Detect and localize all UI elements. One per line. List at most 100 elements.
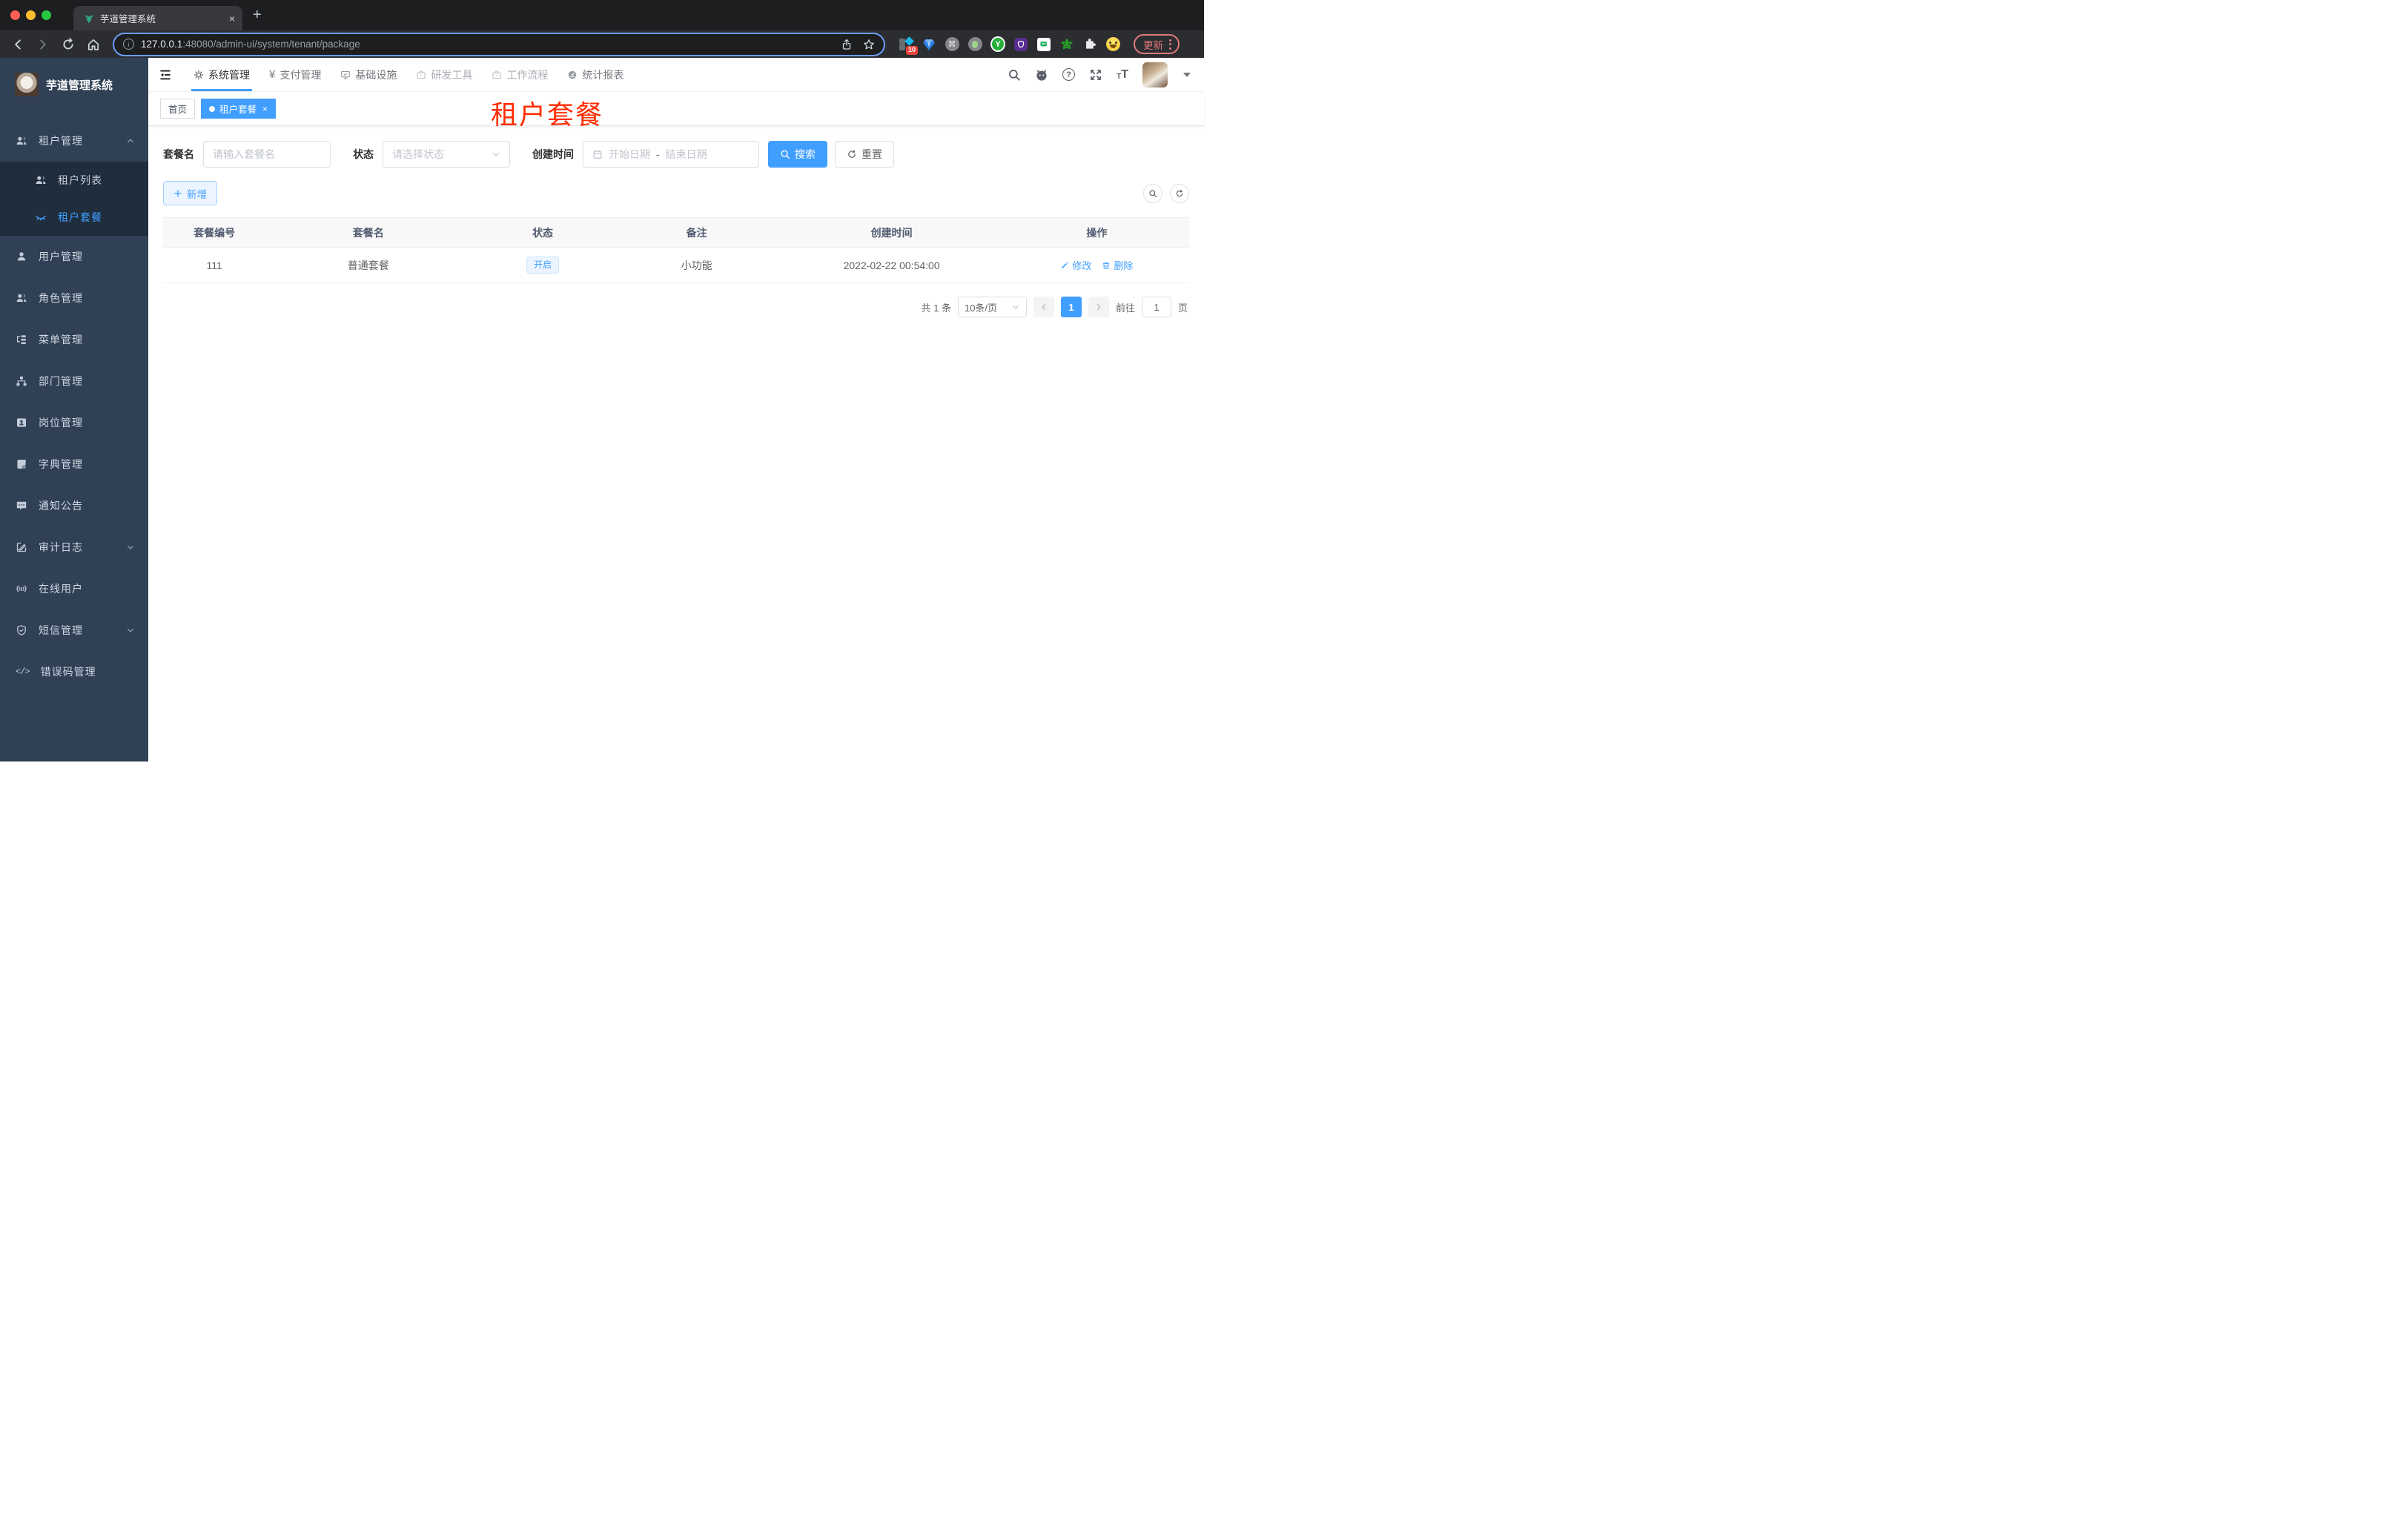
name-filter-input[interactable]	[203, 141, 331, 168]
cell-created-at: 2022-02-22 00:54:00	[843, 259, 940, 271]
window-controls[interactable]	[10, 10, 51, 20]
nav-item-payment[interactable]: ¥ 支付管理	[259, 58, 331, 91]
column-header: 操作	[1086, 226, 1108, 239]
sidebar-item-dict-management[interactable]: 字典管理	[0, 443, 148, 485]
sidebar-item-tenant-package[interactable]: 租户套餐	[0, 199, 148, 236]
search-button[interactable]: 搜索	[768, 141, 827, 168]
sidebar-item-error-code[interactable]: </> 错误码管理	[0, 651, 148, 693]
extension-y-icon[interactable]: Y	[990, 36, 1005, 52]
add-button[interactable]: 新增	[163, 181, 217, 205]
sidebar-item-online-users[interactable]: 在线用户	[0, 568, 148, 609]
page-size-select[interactable]: 10条/页	[957, 297, 1027, 317]
refresh-table-button[interactable]	[1170, 183, 1189, 203]
date-range-picker[interactable]: 开始日期 - 结束日期	[583, 141, 759, 168]
share-icon[interactable]	[841, 39, 853, 50]
briefcase-icon	[492, 70, 501, 79]
tag-tenant-package[interactable]: 租户套餐 ×	[201, 99, 277, 119]
sidebar-item-user-management[interactable]: 用户管理	[0, 236, 148, 277]
site-info-icon[interactable]: i	[123, 39, 134, 50]
extension-grid-icon[interactable]: 10	[899, 36, 918, 55]
avatar-dropdown-caret-icon[interactable]	[1183, 72, 1191, 77]
monitor-icon	[341, 70, 351, 79]
sidebar-item-tenant-management[interactable]: 租户管理	[0, 120, 148, 162]
nav-label: 研发工具	[431, 68, 473, 81]
home-button[interactable]	[83, 34, 104, 55]
tag-close-icon[interactable]: ×	[262, 104, 268, 114]
sidebar-item-label: 通知公告	[39, 500, 83, 512]
sidebar-item-notice[interactable]: 通知公告	[0, 485, 148, 526]
sidebar-collapse-icon[interactable]	[159, 68, 172, 82]
toggle-search-button[interactable]	[1143, 183, 1162, 203]
search-icon[interactable]	[1008, 68, 1021, 82]
profile-avatar-icon[interactable]	[1105, 37, 1120, 52]
sidebar-logo-row: 芋道管理系统	[0, 65, 148, 104]
nav-label: 基础设施	[355, 68, 397, 81]
extension-flag-icon[interactable]	[1036, 37, 1051, 52]
user-avatar[interactable]	[1142, 62, 1168, 87]
browser-menu-icon[interactable]	[1169, 39, 1171, 50]
tab-close-icon[interactable]: ×	[229, 13, 235, 24]
shield-check-icon	[17, 625, 26, 635]
logo-image	[15, 73, 39, 96]
url-bar[interactable]: i 127.0.0.1:48080/admin-ui/system/tenant…	[114, 33, 884, 55]
reset-button[interactable]: 重置	[835, 141, 894, 168]
prev-page-button[interactable]	[1033, 297, 1054, 317]
name-filter-label: 套餐名	[163, 148, 194, 160]
edit-link[interactable]: 修改	[1060, 258, 1091, 272]
header-actions: ? TT	[1008, 62, 1191, 87]
extension-dot-icon[interactable]	[968, 37, 982, 52]
github-icon[interactable]	[1035, 68, 1048, 82]
sidebar-item-audit-log[interactable]: 审计日志	[0, 526, 148, 568]
sidebar-item-post-management[interactable]: 岗位管理	[0, 402, 148, 443]
sprout-favicon-icon	[85, 15, 93, 23]
tag-home[interactable]: 首页	[160, 99, 196, 119]
fullscreen-icon[interactable]	[1089, 68, 1102, 82]
nav-item-workflow[interactable]: 工作流程	[482, 58, 558, 91]
column-header: 套餐名	[352, 226, 384, 239]
sidebar-item-sms-management[interactable]: 短信管理	[0, 609, 148, 651]
sidebar-item-label: 错误码管理	[40, 666, 96, 678]
pagination: 共 1 条 10条/页 1 前往 页	[163, 297, 1189, 317]
font-size-icon[interactable]: TT	[1117, 68, 1128, 81]
eye-closed-icon	[36, 215, 46, 221]
sidebar-item-menu-management[interactable]: 菜单管理	[0, 319, 148, 360]
maximize-window-button[interactable]	[42, 10, 51, 20]
extension-command-icon[interactable]: ⌘	[945, 37, 959, 52]
help-icon[interactable]: ?	[1062, 68, 1076, 81]
page-number-button[interactable]: 1	[1060, 297, 1082, 317]
nav-item-infra[interactable]: 基础设施	[331, 58, 406, 91]
minimize-window-button[interactable]	[26, 10, 36, 20]
sidebar-item-dept-management[interactable]: 部门管理	[0, 360, 148, 402]
column-header: 状态	[532, 226, 554, 239]
goto-page-input[interactable]	[1141, 297, 1171, 317]
next-page-button[interactable]	[1088, 297, 1109, 317]
extension-gem-icon[interactable]	[922, 37, 936, 52]
status-filter-select[interactable]: 请选择状态	[383, 141, 510, 168]
nav-item-reports[interactable]: 统计报表	[558, 58, 633, 91]
back-button[interactable]	[7, 34, 28, 55]
delete-link[interactable]: 删除	[1102, 258, 1133, 272]
nav-label: 工作流程	[506, 68, 549, 81]
browser-tab[interactable]: 芋道管理系统 ×	[73, 6, 242, 30]
extension-star-icon[interactable]	[1059, 37, 1074, 52]
browser-update-button[interactable]: 更新	[1134, 34, 1180, 54]
forward-button[interactable]	[33, 34, 53, 55]
extension-shield-icon[interactable]	[1013, 37, 1028, 52]
status-badge[interactable]: 开启	[526, 256, 560, 274]
nav-item-devtools[interactable]: 研发工具	[406, 58, 482, 91]
nav-item-system[interactable]: 系统管理	[184, 58, 259, 91]
sidebar-item-label: 岗位管理	[39, 417, 83, 429]
briefcase-icon	[417, 70, 426, 79]
name-input-field[interactable]	[213, 148, 321, 160]
date-end-placeholder: 结束日期	[665, 148, 707, 160]
reload-button[interactable]	[58, 34, 79, 55]
book-gear-icon	[17, 460, 27, 469]
bookmark-star-icon[interactable]	[863, 39, 875, 50]
sidebar-item-tenant-list[interactable]: 租户列表	[0, 162, 148, 199]
url-text[interactable]: 127.0.0.1:48080/admin-ui/system/tenant/p…	[141, 39, 360, 50]
close-window-button[interactable]	[10, 10, 20, 20]
extensions-puzzle-icon[interactable]	[1082, 37, 1097, 52]
sidebar-item-role-management[interactable]: 角色管理	[0, 277, 148, 319]
new-tab-button[interactable]: +	[253, 7, 262, 24]
active-dot-icon	[209, 105, 216, 112]
